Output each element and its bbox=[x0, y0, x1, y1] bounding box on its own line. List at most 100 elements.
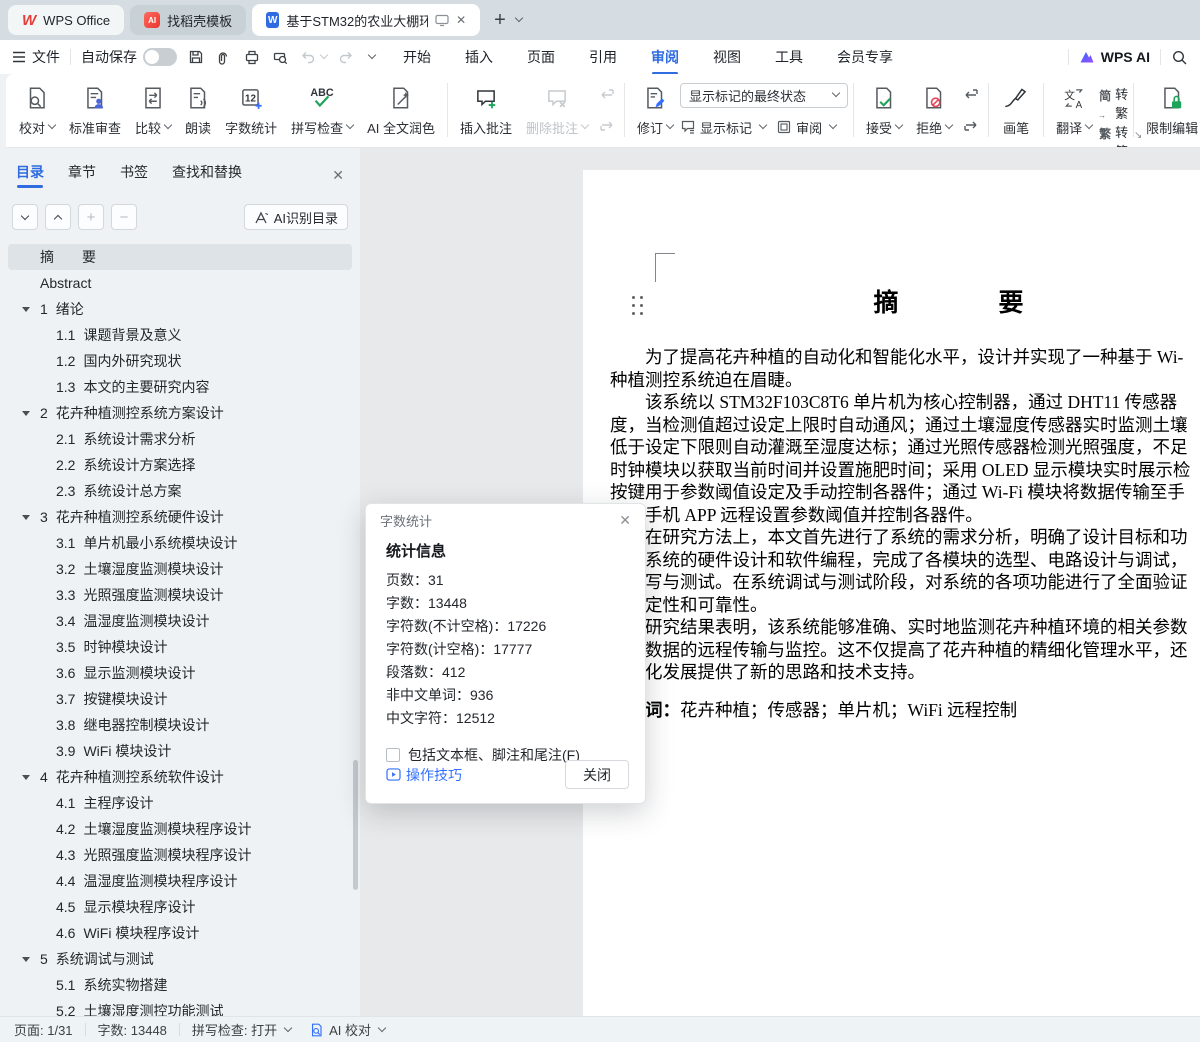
word-count-button[interactable]: 12 字数统计 bbox=[218, 81, 284, 139]
toc-expand-triangle-icon[interactable] bbox=[22, 955, 40, 964]
toc-item[interactable]: 5 系统调试与测试 bbox=[8, 946, 352, 972]
toc-expand-triangle-icon[interactable] bbox=[22, 409, 40, 418]
proofread-button[interactable]: 校对 bbox=[12, 81, 62, 139]
toc-next-button[interactable] bbox=[12, 204, 38, 230]
spell-check-status[interactable]: 拼写检查: 打开 bbox=[192, 1020, 293, 1039]
quick-access-more-icon[interactable] bbox=[367, 50, 377, 60]
tab-list-chevron-icon[interactable] bbox=[514, 13, 524, 23]
save-icon[interactable] bbox=[187, 48, 205, 66]
toc-item[interactable]: 4.6 WiFi 模块程序设计 bbox=[8, 920, 352, 946]
toc-item[interactable]: 3.1 单片机最小系统模块设计 bbox=[8, 530, 352, 556]
group-expand-icon[interactable]: ↘ bbox=[1134, 130, 1142, 141]
toc-item[interactable]: 1.2 国内外研究现状 bbox=[8, 348, 352, 374]
menu-review[interactable]: 审阅 bbox=[649, 41, 681, 73]
toc-item[interactable]: 摘 要 bbox=[8, 244, 352, 270]
toc-item[interactable]: 1.1 课题背景及意义 bbox=[8, 322, 352, 348]
review-pane-button[interactable]: 审阅 bbox=[776, 118, 838, 137]
sidebar-close-icon[interactable]: ✕ bbox=[332, 167, 344, 184]
toc-item[interactable]: 2.1 系统设计需求分析 bbox=[8, 426, 352, 452]
toc-item[interactable]: 3.4 温湿度监测模块设计 bbox=[8, 608, 352, 634]
next-change-icon[interactable] bbox=[961, 114, 981, 134]
insert-comment-button[interactable]: 插入批注 bbox=[453, 81, 519, 139]
toc-item[interactable]: 3.7 按键模块设计 bbox=[8, 686, 352, 712]
accept-button[interactable]: 接受 bbox=[859, 81, 909, 139]
track-changes-button[interactable]: 修订 bbox=[630, 81, 680, 139]
prev-change-icon[interactable] bbox=[961, 86, 981, 106]
tab-docer-templates[interactable]: AI 找稻壳模板 bbox=[130, 5, 247, 35]
brush-button[interactable]: 画笔 bbox=[994, 81, 1038, 139]
sidebar-scrollbar[interactable] bbox=[353, 760, 358, 890]
print-preview-icon[interactable] bbox=[271, 48, 289, 66]
close-tab-icon[interactable]: ✕ bbox=[456, 13, 466, 27]
traditional-to-simplified-button[interactable]: 繁→ 转简 bbox=[1099, 122, 1128, 148]
toc-item[interactable]: 2.3 系统设计总方案 bbox=[8, 478, 352, 504]
menu-start[interactable]: 开始 bbox=[401, 41, 433, 73]
dialog-header[interactable]: 字数统计 ✕ bbox=[366, 504, 645, 536]
toc-item[interactable]: 5.2 土壤湿度测控功能测试 bbox=[8, 998, 352, 1016]
tab-chapters[interactable]: 章节 bbox=[68, 162, 96, 188]
clip-icon[interactable] bbox=[215, 48, 233, 66]
dialog-close-icon[interactable]: ✕ bbox=[619, 512, 631, 529]
toc-prev-button[interactable] bbox=[45, 204, 71, 230]
redo-icon[interactable] bbox=[337, 48, 355, 66]
toc-item[interactable]: 4 花卉种植测控系统软件设计 bbox=[8, 764, 352, 790]
menu-tools[interactable]: 工具 bbox=[773, 41, 805, 73]
toc-item[interactable]: 3.5 时钟模块设计 bbox=[8, 634, 352, 660]
toc-item[interactable]: 3 花卉种植测控系统硬件设计 bbox=[8, 504, 352, 530]
document-page[interactable]: 摘 要 为了提高花卉种植的自动化和智能化水平，设计并实现了一种基于 Wi- 种植… bbox=[583, 170, 1200, 1016]
reject-button[interactable]: 拒绝 bbox=[909, 81, 959, 139]
delete-comment-button[interactable]: 删除批注 bbox=[519, 81, 595, 139]
show-markup-button[interactable]: 显示标记 bbox=[680, 118, 768, 137]
toc-item[interactable]: 4.2 土壤湿度监测模块程序设计 bbox=[8, 816, 352, 842]
menu-view[interactable]: 视图 bbox=[711, 41, 743, 73]
toc-item[interactable]: 3.2 土壤湿度监测模块设计 bbox=[8, 556, 352, 582]
print-icon[interactable] bbox=[243, 48, 261, 66]
menu-page[interactable]: 页面 bbox=[525, 41, 557, 73]
restrict-edit-button[interactable]: 限制编辑 bbox=[1139, 81, 1200, 139]
toc-expand-button[interactable]: + bbox=[78, 204, 104, 230]
toc-item[interactable]: 2 花卉种植测控系统方案设计 bbox=[8, 400, 352, 426]
page-indicator[interactable]: 页面: 1/31 bbox=[14, 1020, 73, 1039]
new-tab-button[interactable]: + bbox=[486, 9, 514, 32]
autosave-toggle[interactable] bbox=[143, 48, 177, 66]
toc-item[interactable]: 4.1 主程序设计 bbox=[8, 790, 352, 816]
tab-toc[interactable]: 目录 bbox=[16, 162, 44, 188]
file-menu[interactable]: 文件 bbox=[12, 47, 60, 67]
ai-proofread-status[interactable]: AI 校对 bbox=[309, 1020, 387, 1039]
toc-expand-triangle-icon[interactable] bbox=[22, 773, 40, 782]
menu-member[interactable]: 会员专享 bbox=[835, 41, 895, 73]
toc-item[interactable]: 1.3 本文的主要研究内容 bbox=[8, 374, 352, 400]
spell-check-button[interactable]: ABC 拼写检查 bbox=[284, 81, 360, 139]
tab-find-replace[interactable]: 查找和替换 bbox=[172, 162, 242, 188]
toc-item[interactable]: 2.2 系统设计方案选择 bbox=[8, 452, 352, 478]
toc-expand-triangle-icon[interactable] bbox=[22, 513, 40, 522]
markup-state-select[interactable]: 显示标记的最终状态 bbox=[680, 82, 849, 108]
toc-item[interactable]: 5.1 系统实物搭建 bbox=[8, 972, 352, 998]
menu-insert[interactable]: 插入 bbox=[463, 41, 495, 73]
monitor-icon[interactable] bbox=[435, 14, 449, 27]
ai-recognize-toc-button[interactable]: AI识别目录 bbox=[243, 204, 348, 230]
tab-wps-office[interactable]: W WPS Office bbox=[8, 5, 125, 35]
tab-bookmarks[interactable]: 书签 bbox=[120, 162, 148, 188]
search-icon[interactable] bbox=[1171, 49, 1188, 66]
ai-polish-button[interactable]: AI 全文润色 bbox=[360, 81, 442, 139]
toc-item[interactable]: 3.9 WiFi 模块设计 bbox=[8, 738, 352, 764]
toc-item[interactable]: 1 绪论 bbox=[8, 296, 352, 322]
toc-collapse-button[interactable]: − bbox=[111, 204, 137, 230]
toc-item[interactable]: 4.5 显示模块程序设计 bbox=[8, 894, 352, 920]
close-button[interactable]: 关闭 bbox=[565, 760, 629, 789]
toc-item[interactable]: 4.3 光照强度监测模块程序设计 bbox=[8, 842, 352, 868]
translate-button[interactable]: 文A 翻译 bbox=[1049, 81, 1099, 139]
toc-item[interactable]: 4.4 温湿度监测模块程序设计 bbox=[8, 868, 352, 894]
compare-button[interactable]: 比较 bbox=[128, 81, 178, 139]
undo-button[interactable] bbox=[299, 48, 329, 66]
toc-item[interactable]: 3.3 光照强度监测模块设计 bbox=[8, 582, 352, 608]
next-comment-icon[interactable] bbox=[597, 114, 617, 134]
toc-item[interactable]: 3.8 继电器控制模块设计 bbox=[8, 712, 352, 738]
prev-comment-icon[interactable] bbox=[597, 86, 617, 106]
tips-link[interactable]: 操作技巧 bbox=[386, 765, 462, 785]
toc-item[interactable]: Abstract bbox=[8, 270, 352, 296]
tab-active-document[interactable]: W 基于STM32的农业大棚环境监 ✕ bbox=[252, 4, 481, 36]
standard-review-button[interactable]: 标准审查 bbox=[62, 81, 128, 139]
wps-ai-button[interactable]: WPS AI bbox=[1079, 49, 1150, 65]
